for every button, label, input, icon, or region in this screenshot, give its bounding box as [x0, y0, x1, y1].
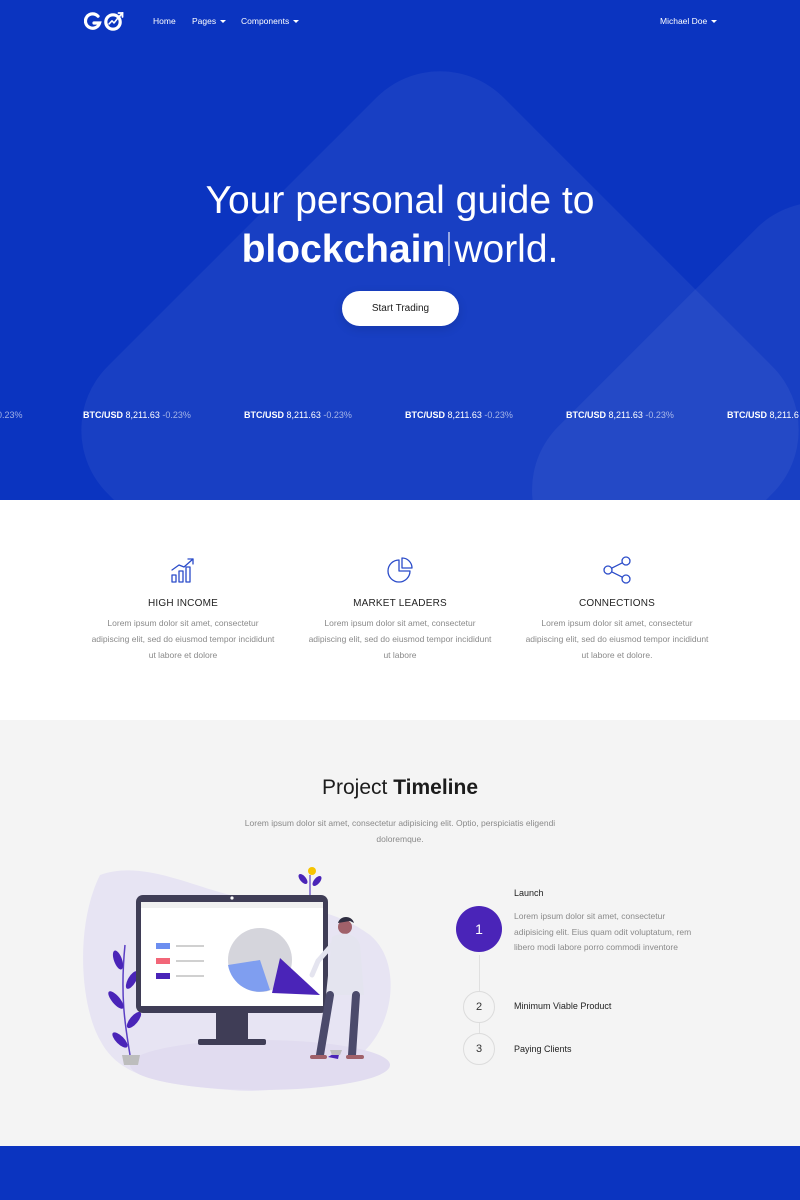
- dashboard-illustration: [83, 867, 391, 1091]
- hero-section: Home Pages Components Michael Doe Your p…: [0, 0, 800, 500]
- caret-down-icon: [293, 20, 300, 24]
- price-ticker: -0.23% BTC/USD 8,211.63 -0.23% BTC/USD 8…: [0, 410, 800, 424]
- nav-link-components[interactable]: Components: [241, 16, 300, 26]
- typing-cursor: [448, 232, 451, 266]
- feature-text: Lorem ipsum dolor sit amet, consectetur …: [91, 618, 275, 660]
- ticker-item: -0.23%: [0, 410, 23, 420]
- hero-headline-highlight: blockchain: [241, 228, 446, 271]
- start-trading-button[interactable]: Start Trading: [342, 291, 459, 326]
- project-timeline-section: Project Timeline Lorem ipsum dolor sit a…: [0, 720, 800, 1146]
- footer-band: [0, 1146, 800, 1200]
- caret-down-icon: [711, 20, 718, 24]
- section-title: Project Timeline: [321, 776, 478, 799]
- hero-headline: Your personal guide to blockchain world.: [0, 176, 800, 274]
- feature-card-high-income: HIGH INCOME Lorem ipsum dolor sit amet, …: [88, 555, 278, 663]
- ticker-item: BTC/USD 8,211.63 -0.23%: [244, 410, 352, 420]
- nav-link-home[interactable]: Home: [153, 16, 176, 26]
- step-number-2[interactable]: 2: [463, 991, 495, 1023]
- step-label-paying-clients: Paying Clients: [514, 1044, 572, 1054]
- pie-chart-icon: [387, 557, 413, 583]
- ticker-item: BTC/USD 8,211.63 -0.23%: [566, 410, 674, 420]
- feature-title: HIGH INCOME: [148, 598, 218, 609]
- feature-card-market-leaders: MARKET LEADERS Lorem ipsum dolor sit ame…: [305, 555, 495, 663]
- step-label-launch: Launch: [514, 888, 544, 898]
- ticker-item: BTC/USD 8,211.63 -0.23%: [83, 410, 191, 420]
- features-section: HIGH INCOME Lorem ipsum dolor sit amet, …: [0, 500, 800, 720]
- step-number-3[interactable]: 3: [463, 1033, 495, 1065]
- share-nodes-icon: [603, 556, 631, 584]
- ticker-item: BTC/USD 8,211.6: [727, 410, 799, 420]
- feature-text: Lorem ipsum dolor sit amet, consectetur …: [308, 618, 492, 660]
- brand-logo[interactable]: [83, 10, 124, 34]
- step-description: Lorem ipsum dolor sit amet, consectetur …: [514, 911, 692, 952]
- chart-growth-icon: [171, 558, 194, 583]
- feature-card-connections: CONNECTIONS Lorem ipsum dolor sit amet, …: [522, 555, 712, 663]
- ticker-item: BTC/USD 8,211.63 -0.23%: [405, 410, 513, 420]
- hero-headline-line1: Your personal guide to: [205, 179, 595, 222]
- nav-link-pages[interactable]: Pages: [192, 16, 227, 26]
- feature-title: CONNECTIONS: [578, 598, 656, 609]
- hero-headline-line2: world.: [454, 228, 559, 271]
- user-menu[interactable]: Michael Doe: [660, 16, 718, 26]
- caret-down-icon: [220, 20, 227, 24]
- logo-icon: [83, 12, 124, 31]
- step-label-mvp: Minimum Viable Product: [514, 1001, 612, 1011]
- top-navbar: Home Pages Components Michael Doe: [0, 0, 800, 44]
- section-subtitle: Lorem ipsum dolor sit amet, consectetur …: [244, 818, 556, 844]
- step-number-1[interactable]: 1: [456, 906, 502, 952]
- feature-title: MARKET LEADERS: [353, 598, 447, 609]
- feature-text: Lorem ipsum dolor sit amet, consectetur …: [525, 618, 709, 660]
